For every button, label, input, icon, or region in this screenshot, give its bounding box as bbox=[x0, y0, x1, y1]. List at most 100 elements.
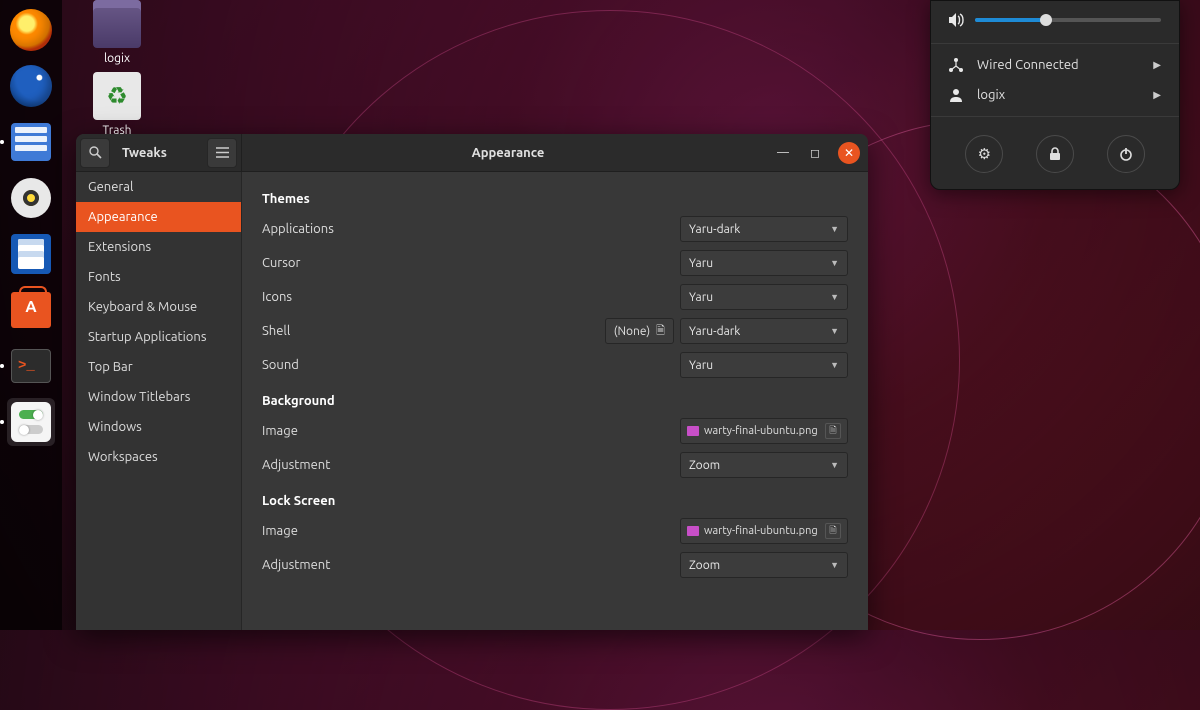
sidebar-item-extensions[interactable]: Extensions bbox=[76, 232, 241, 262]
minimize-button[interactable]: ― bbox=[774, 144, 792, 162]
terminal-icon: >_ bbox=[11, 349, 51, 383]
document-icon: 🗎 bbox=[656, 322, 665, 341]
label-cursor: Cursor bbox=[262, 256, 462, 270]
background-heading: Background bbox=[262, 394, 848, 408]
dock-tweaks[interactable] bbox=[7, 398, 55, 446]
close-icon: ✕ bbox=[844, 146, 854, 160]
menu-network-label: Wired Connected bbox=[977, 58, 1079, 72]
search-button[interactable] bbox=[80, 138, 110, 168]
shell-none-chip[interactable]: (None)🗎 bbox=[605, 318, 674, 344]
rhythmbox-icon bbox=[11, 178, 51, 218]
label-shell: Shell bbox=[262, 324, 462, 338]
content-pane: Themes Applications Yaru-dark▼ Cursor Ya… bbox=[242, 172, 868, 630]
label-bg-adjustment: Adjustment bbox=[262, 458, 462, 472]
minimize-icon: ― bbox=[777, 146, 789, 159]
dock-rhythmbox[interactable] bbox=[7, 174, 55, 222]
close-button[interactable]: ✕ bbox=[838, 142, 860, 164]
image-icon bbox=[687, 526, 699, 536]
menu-user[interactable]: logix ▶ bbox=[931, 80, 1179, 110]
image-icon bbox=[687, 426, 699, 436]
combo-shell[interactable]: Yaru-dark▼ bbox=[680, 318, 848, 344]
file-ls-image[interactable]: warty-final-ubuntu.png 🗎 bbox=[680, 518, 848, 544]
dock-files[interactable] bbox=[7, 118, 55, 166]
label-applications: Applications bbox=[262, 222, 462, 236]
chevron-down-icon: ▼ bbox=[830, 292, 839, 302]
thunderbird-icon bbox=[10, 65, 52, 107]
chevron-right-icon: ▶ bbox=[1153, 59, 1161, 71]
app-title: Tweaks bbox=[122, 146, 167, 160]
open-file-icon[interactable]: 🗎 bbox=[825, 423, 841, 439]
maximize-icon: ◻ bbox=[810, 146, 820, 160]
label-sound: Sound bbox=[262, 358, 462, 372]
files-icon bbox=[11, 123, 51, 161]
firefox-icon bbox=[10, 9, 52, 51]
dock-terminal[interactable]: >_ bbox=[7, 342, 55, 390]
chevron-down-icon: ▼ bbox=[830, 258, 839, 268]
sidebar-item-fonts[interactable]: Fonts bbox=[76, 262, 241, 292]
lock-button[interactable] bbox=[1036, 135, 1074, 173]
sidebar-item-workspaces[interactable]: Workspaces bbox=[76, 442, 241, 472]
maximize-button[interactable]: ◻ bbox=[806, 144, 824, 162]
combo-icons[interactable]: Yaru▼ bbox=[680, 284, 848, 310]
sidebar-item-titlebars[interactable]: Window Titlebars bbox=[76, 382, 241, 412]
menu-user-label: logix bbox=[977, 88, 1005, 102]
user-icon bbox=[949, 88, 963, 102]
folder-icon bbox=[93, 0, 141, 48]
desktop-icon-label: logix bbox=[82, 52, 152, 65]
menu-network[interactable]: Wired Connected ▶ bbox=[931, 50, 1179, 80]
sidebar-item-general[interactable]: General bbox=[76, 172, 241, 202]
label-icons: Icons bbox=[262, 290, 462, 304]
volume-slider[interactable] bbox=[975, 18, 1161, 22]
sidebar-item-windows[interactable]: Windows bbox=[76, 412, 241, 442]
dock-firefox[interactable] bbox=[7, 6, 55, 54]
chevron-down-icon: ▼ bbox=[830, 224, 839, 234]
sidebar: General Appearance Extensions Fonts Keyb… bbox=[76, 172, 242, 630]
file-bg-image[interactable]: warty-final-ubuntu.png 🗎 bbox=[680, 418, 848, 444]
hamburger-icon bbox=[216, 147, 229, 158]
sidebar-item-keyboard[interactable]: Keyboard & Mouse bbox=[76, 292, 241, 322]
chevron-down-icon: ▼ bbox=[830, 360, 839, 370]
page-title: Appearance bbox=[242, 146, 774, 160]
titlebar[interactable]: Tweaks Appearance ― ◻ ✕ bbox=[76, 134, 868, 172]
chevron-down-icon: ▼ bbox=[830, 326, 839, 336]
label-ls-adjustment: Adjustment bbox=[262, 558, 462, 572]
dock-writer[interactable] bbox=[7, 230, 55, 278]
power-icon bbox=[1119, 147, 1133, 161]
sidebar-item-startup[interactable]: Startup Applications bbox=[76, 322, 241, 352]
software-icon bbox=[11, 292, 51, 328]
search-icon bbox=[89, 146, 102, 159]
chevron-right-icon: ▶ bbox=[1153, 89, 1161, 101]
lock-icon bbox=[1049, 147, 1061, 161]
writer-icon bbox=[11, 234, 51, 274]
combo-cursor[interactable]: Yaru▼ bbox=[680, 250, 848, 276]
tweaks-window: Tweaks Appearance ― ◻ ✕ General Appearan… bbox=[76, 134, 868, 630]
desktop-icon-trash[interactable]: Trash bbox=[82, 72, 152, 137]
trash-icon bbox=[93, 72, 141, 120]
dock: >_ bbox=[0, 0, 62, 630]
power-button[interactable] bbox=[1107, 135, 1145, 173]
settings-button[interactable]: ⚙ bbox=[965, 135, 1003, 173]
hamburger-button[interactable] bbox=[207, 138, 237, 168]
sidebar-item-topbar[interactable]: Top Bar bbox=[76, 352, 241, 382]
combo-bg-adjustment[interactable]: Zoom▼ bbox=[680, 452, 848, 478]
chevron-down-icon: ▼ bbox=[830, 560, 839, 570]
open-file-icon[interactable]: 🗎 bbox=[825, 523, 841, 539]
combo-sound[interactable]: Yaru▼ bbox=[680, 352, 848, 378]
label-ls-image: Image bbox=[262, 524, 462, 538]
combo-applications[interactable]: Yaru-dark▼ bbox=[680, 216, 848, 242]
network-icon bbox=[949, 58, 963, 72]
volume-thumb[interactable] bbox=[1040, 14, 1052, 26]
volume-fill bbox=[975, 18, 1046, 22]
dock-software[interactable] bbox=[7, 286, 55, 334]
desktop-icon-home[interactable]: logix bbox=[82, 0, 152, 65]
combo-ls-adjustment[interactable]: Zoom▼ bbox=[680, 552, 848, 578]
separator bbox=[931, 43, 1179, 44]
system-menu: Wired Connected ▶ logix ▶ ⚙ bbox=[930, 0, 1180, 190]
chevron-down-icon: ▼ bbox=[830, 460, 839, 470]
volume-icon bbox=[949, 13, 965, 27]
tweaks-icon bbox=[11, 402, 51, 442]
gear-icon: ⚙ bbox=[978, 145, 991, 163]
dock-thunderbird[interactable] bbox=[7, 62, 55, 110]
sidebar-item-appearance[interactable]: Appearance bbox=[76, 202, 241, 232]
themes-heading: Themes bbox=[262, 192, 848, 206]
